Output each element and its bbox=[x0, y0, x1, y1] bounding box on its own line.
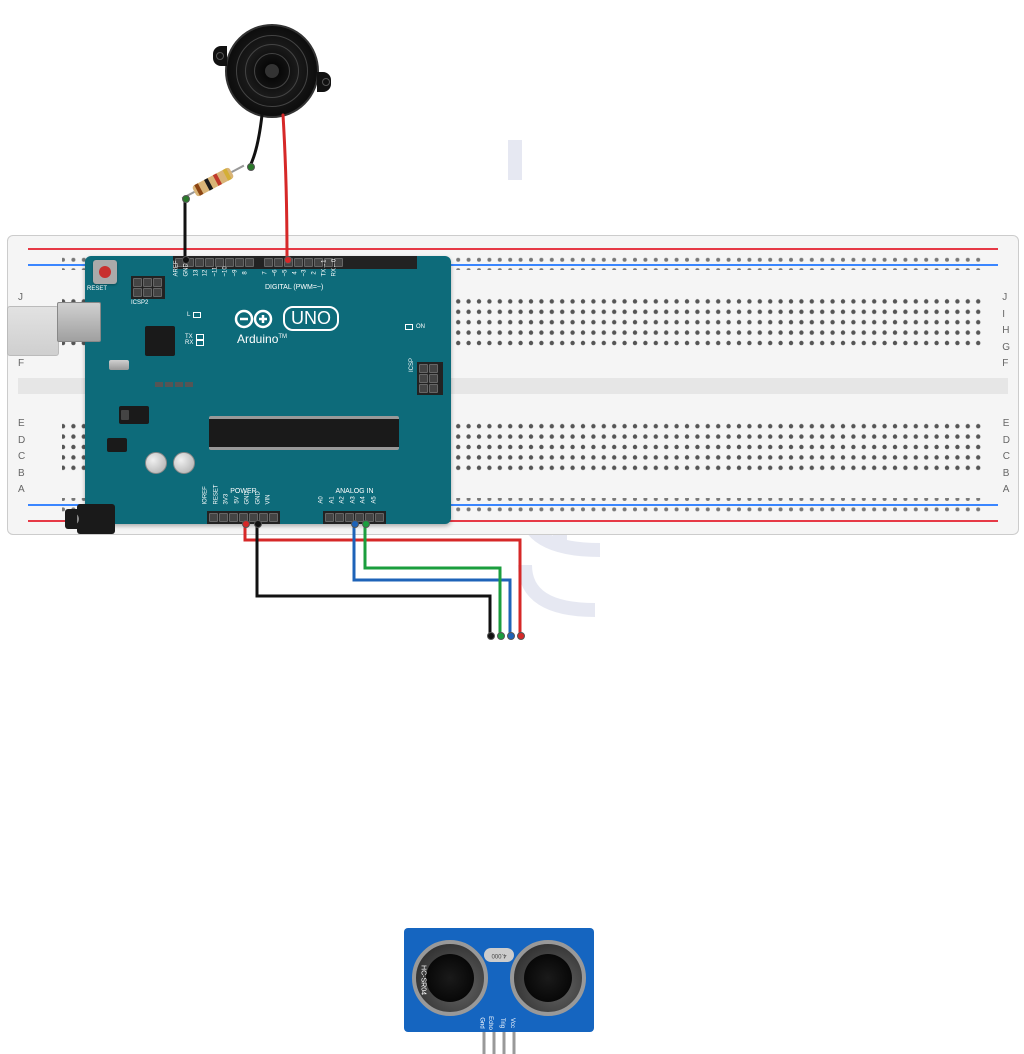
pin-reset bbox=[219, 513, 228, 522]
endpoint-5v bbox=[242, 520, 250, 528]
power-jack[interactable] bbox=[77, 504, 115, 534]
pin-9 bbox=[235, 258, 244, 267]
arduino-uno-board: RESET ICSP2 AREF GND 13 12 ~11 ~10 ~9 8 … bbox=[85, 256, 451, 524]
digital-section-label: DIGITAL (PWM=~) bbox=[265, 284, 323, 291]
pin-7 bbox=[264, 258, 273, 267]
resistor bbox=[178, 176, 248, 188]
icsp2-header[interactable] bbox=[131, 276, 165, 299]
hcsr04-pin-trig bbox=[503, 1032, 506, 1054]
hcsr04-crystal: 4.000 bbox=[484, 948, 514, 962]
hcsr04-sensor: 4.000 Vcc Trig Echo Gnd HC-SR04 bbox=[404, 928, 594, 1032]
hcsr04-pins[interactable] bbox=[483, 1032, 516, 1054]
endpoint-d8 bbox=[284, 256, 292, 264]
ic-atmega16u2 bbox=[145, 326, 175, 356]
icsp-header[interactable] bbox=[417, 362, 443, 395]
digital-header[interactable] bbox=[173, 256, 417, 269]
wire-a3-echo bbox=[365, 524, 500, 635]
hcsr04-pin-echo bbox=[493, 1032, 496, 1054]
endpoint-dgnd bbox=[182, 256, 190, 264]
voltage-regulator bbox=[107, 438, 127, 452]
pin-6 bbox=[274, 258, 283, 267]
endpoint-pgnd bbox=[254, 520, 262, 528]
crystal-oscillator bbox=[109, 360, 129, 370]
endpoint-sr04-trig bbox=[507, 632, 515, 640]
led-l bbox=[193, 312, 201, 318]
endpoint-a3 bbox=[362, 520, 370, 528]
resistor-band-4 bbox=[222, 168, 231, 180]
hcsr04-pin-gnd bbox=[483, 1032, 486, 1054]
endpoint-res-b bbox=[182, 195, 190, 203]
hcsr04-pin-vcc bbox=[513, 1032, 516, 1054]
smd-switch bbox=[119, 406, 149, 424]
usb-cable bbox=[7, 306, 59, 356]
resistor-band-2 bbox=[204, 178, 213, 190]
reset-label: RESET bbox=[87, 286, 107, 292]
reset-button[interactable] bbox=[93, 260, 117, 284]
wire-buzzer-neg bbox=[250, 115, 262, 166]
pin-3v3 bbox=[229, 513, 238, 522]
pin-4 bbox=[294, 258, 303, 267]
wire-5v-vcc bbox=[245, 524, 520, 635]
endpoint-a2 bbox=[351, 520, 359, 528]
atmega328p-chip bbox=[209, 416, 399, 450]
resistor-band-1 bbox=[195, 183, 204, 195]
piezo-buzzer bbox=[225, 24, 319, 118]
pin-a0 bbox=[325, 513, 334, 522]
endpoint-res-a bbox=[247, 163, 255, 171]
pin-8 bbox=[245, 258, 254, 267]
ultrasonic-transmitter bbox=[510, 940, 586, 1016]
arduino-brand-label: ArduinoTM bbox=[237, 332, 287, 346]
pin-ioref bbox=[209, 513, 218, 522]
pin-13 bbox=[195, 258, 204, 267]
wire-gnd-gnd bbox=[257, 524, 490, 635]
endpoint-sr04-gnd bbox=[487, 632, 495, 640]
usb-port[interactable] bbox=[57, 302, 101, 342]
led-on bbox=[405, 324, 413, 330]
resistor-band-3 bbox=[213, 173, 222, 185]
pin-a5 bbox=[375, 513, 384, 522]
endpoint-sr04-echo bbox=[497, 632, 505, 640]
pin-a1 bbox=[335, 513, 344, 522]
led-rx bbox=[196, 340, 204, 346]
icsp2-label: ICSP2 bbox=[131, 300, 148, 306]
resistor-lead-a bbox=[231, 165, 244, 173]
pin-vin bbox=[269, 513, 278, 522]
wire-a2-trig bbox=[354, 524, 510, 635]
capacitor-1 bbox=[145, 452, 167, 474]
hcsr04-model-label#label: HC-SR04 bbox=[419, 965, 426, 995]
icsp-label: ICSP bbox=[409, 358, 415, 372]
arduino-logo: UNO bbox=[233, 306, 339, 331]
endpoint-sr04-vcc bbox=[517, 632, 525, 640]
pin-3 bbox=[304, 258, 313, 267]
capacitor-2 bbox=[173, 452, 195, 474]
